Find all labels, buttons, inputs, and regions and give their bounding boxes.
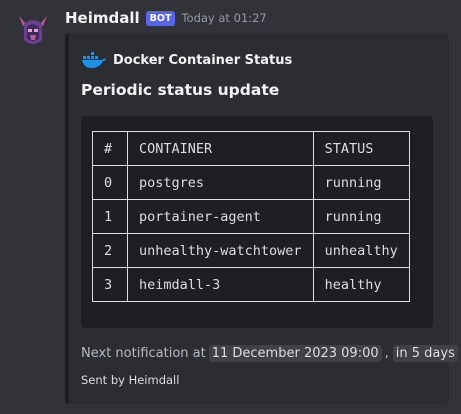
container-name: unhealthy-watchtower: [127, 233, 314, 268]
column-header-index: #: [92, 131, 128, 166]
embed-footer-sent-by: Sent by Heimdall: [81, 373, 180, 387]
column-header-status: STATUS: [312, 131, 410, 166]
column-header-container: CONTAINER: [127, 131, 314, 166]
container-name: portainer-agent: [127, 199, 314, 234]
row-index: 1: [92, 199, 128, 234]
row-index: 2: [92, 233, 128, 268]
container-status-table: # CONTAINER STATUS 0 postgres running 1 …: [92, 131, 410, 302]
row-index: 0: [92, 165, 128, 200]
viking-helmet-avatar-icon: [19, 16, 47, 44]
row-index: 3: [92, 267, 128, 302]
container-status: running: [312, 199, 410, 234]
embed-author-name: Docker Container Status: [113, 52, 293, 68]
table-row: 0 postgres running: [92, 165, 410, 200]
embed-title: Periodic status update: [81, 81, 280, 99]
message-header: Heimdall BOT Today at 01:27: [65, 8, 267, 28]
container-name: heimdall-3: [127, 267, 314, 302]
avatar[interactable]: [13, 10, 53, 50]
footer-prefix: Next notification at: [81, 346, 206, 361]
footer-separator: ,: [384, 346, 389, 361]
code-block: # CONTAINER STATUS 0 postgres running 1 …: [81, 116, 433, 328]
username[interactable]: Heimdall: [65, 9, 140, 27]
table-header-row: # CONTAINER STATUS: [92, 131, 410, 166]
container-status: running: [312, 165, 410, 200]
docker-whale-icon: [82, 52, 106, 68]
container-name: postgres: [127, 165, 314, 200]
embed-author: Docker Container Status: [81, 50, 292, 70]
message-timestamp[interactable]: Today at 01:27: [181, 11, 266, 25]
next-notification-line: Next notification at 11 December 2023 09…: [81, 345, 458, 362]
table-row: 3 heimdall-3 healthy: [92, 267, 410, 302]
table-row: 2 unhealthy-watchtower unhealthy: [92, 233, 410, 268]
container-status: healthy: [312, 267, 410, 302]
bot-badge: BOT: [145, 10, 176, 26]
embed-card: Docker Container Status Periodic status …: [65, 33, 458, 404]
relative-time-timestamp[interactable]: in 5 days: [392, 345, 458, 362]
next-time-timestamp[interactable]: 11 December 2023 09:00: [208, 345, 382, 362]
container-status: unhealthy: [312, 233, 410, 268]
table-row: 1 portainer-agent running: [92, 199, 410, 234]
